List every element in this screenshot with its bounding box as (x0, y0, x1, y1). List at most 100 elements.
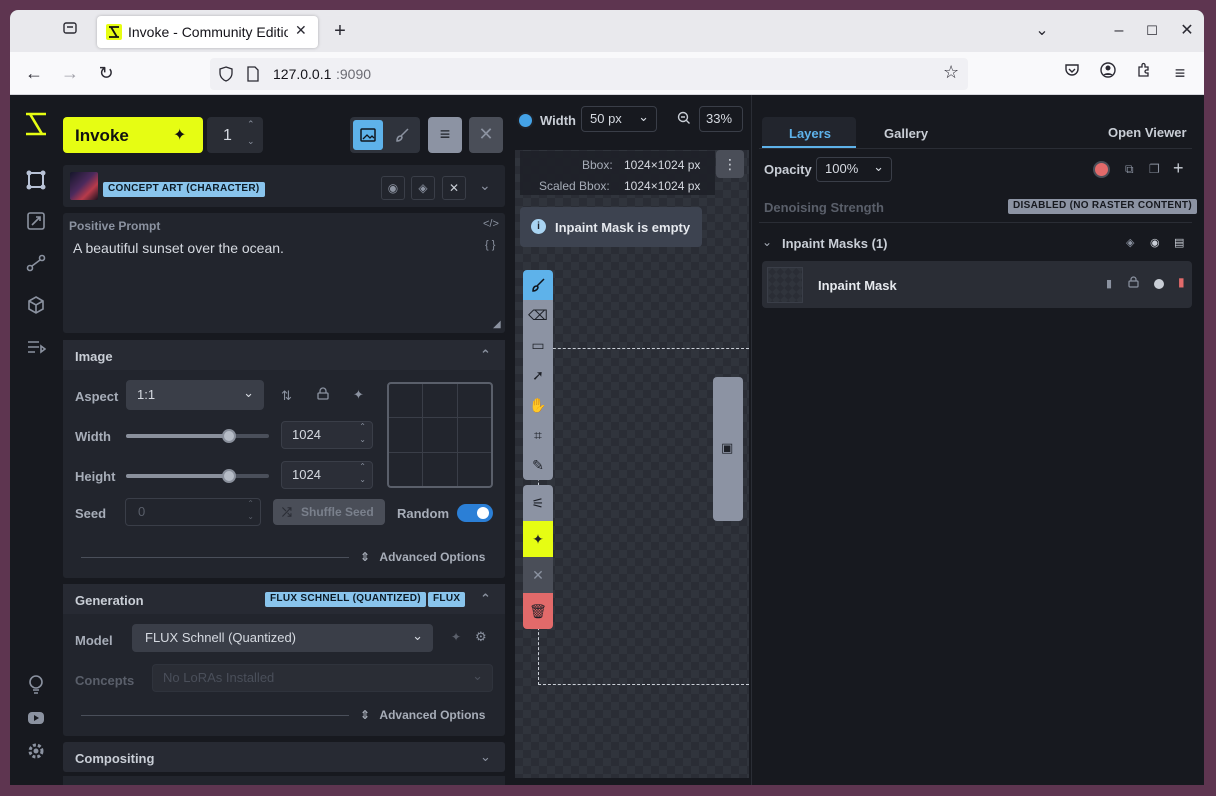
view-preset-eye-icon[interactable]: ◉ (381, 176, 405, 200)
model-settings-gear-icon[interactable]: ⚙ (475, 629, 487, 645)
invoke-sparkle-tool-icon[interactable]: ✦ (523, 521, 553, 557)
image-advanced-options-toggle[interactable]: ⇕ Advanced Options (360, 550, 485, 564)
account-icon[interactable] (1097, 62, 1119, 84)
clear-preset-x-icon[interactable]: ✕ (442, 176, 466, 200)
reload-icon[interactable]: ↻ (95, 62, 117, 84)
queue-count-stepper[interactable]: 1 ⌃ ⌄ (207, 117, 263, 153)
increment-icon[interactable]: ⌃ (247, 119, 255, 130)
shield-icon[interactable] (218, 66, 234, 87)
hand-tool-icon[interactable]: ✋ (523, 390, 553, 420)
random-seed-toggle[interactable] (457, 504, 493, 522)
generation-advanced-options-toggle[interactable]: ⇕ Advanced Options (360, 708, 485, 722)
cancel-tool-icon[interactable]: ✕ (523, 557, 553, 593)
prompt-text[interactable]: A beautiful sunset over the ocean. (73, 240, 284, 256)
move-tool-icon[interactable]: ➚ (523, 360, 553, 390)
invoke-logo-icon[interactable] (23, 111, 49, 137)
group-delete-icon[interactable]: ▤ (1174, 236, 1184, 249)
width-increment-icon[interactable]: ⌃ (359, 422, 366, 431)
brush-mode-button[interactable] (387, 120, 417, 150)
canvas-more-menu-icon[interactable]: ⋮ (716, 150, 744, 178)
model-select[interactable]: FLUX Schnell (Quantized) ⌄ (132, 624, 433, 652)
youtube-icon[interactable] (24, 708, 48, 732)
layer-name[interactable]: Inpaint Mask (818, 278, 897, 293)
invoke-button[interactable]: Invoke ✦ (63, 117, 203, 153)
cancel-button[interactable]: ✕ (469, 117, 503, 153)
seed-increment-icon[interactable]: ⌃ (247, 499, 254, 508)
height-number-input[interactable]: 1024 ⌃ ⌄ (281, 461, 373, 489)
queue-menu-button[interactable]: ≡ (428, 117, 462, 153)
brush-tool-icon[interactable] (523, 270, 553, 300)
tab-gallery[interactable]: Gallery (862, 117, 948, 148)
height-slider-thumb[interactable] (221, 469, 236, 483)
mask-color-swatch[interactable] (1093, 161, 1110, 178)
image-panel-header[interactable]: Image ⌃ (63, 340, 505, 370)
browser-tab-active[interactable]: Invoke - Community Editio ✕ (97, 16, 318, 48)
zoom-magnifier-icon[interactable] (677, 111, 691, 128)
back-icon[interactable]: ← (23, 62, 45, 84)
collapse-chevron-up-icon[interactable]: ⌃ (480, 347, 491, 363)
image-mode-button[interactable] (353, 120, 383, 150)
aspect-select[interactable]: 1:1 ⌄ (126, 380, 264, 410)
bookmark-icon[interactable]: ▮ (1106, 277, 1112, 290)
transform-bbox-tool-icon[interactable]: ⌗ (523, 420, 553, 450)
tab-overview-icon[interactable] (59, 20, 81, 42)
delete-trash-icon[interactable]: 🗑 (523, 593, 553, 629)
maximize-icon[interactable]: ☐ (1141, 20, 1163, 42)
decrement-icon[interactable]: ⌄ (247, 136, 255, 147)
lock-aspect-icon[interactable] (317, 387, 329, 403)
duplicate-layer-icon[interactable]: ❐ (1149, 162, 1160, 176)
height-increment-icon[interactable]: ⌃ (359, 462, 366, 471)
staging-side-handle[interactable]: ▣ (713, 377, 743, 521)
add-layer-plus-icon[interactable]: + (1173, 158, 1184, 179)
zoom-input[interactable]: 33% (699, 106, 743, 132)
inpaint-masks-group-title[interactable]: Inpaint Masks (1) (782, 236, 887, 251)
concepts-select[interactable]: No LoRAs Installed ⌄ (152, 664, 493, 692)
canvas-tab-icon[interactable] (24, 169, 48, 193)
page-info-icon[interactable] (246, 66, 260, 87)
url-bar[interactable]: 127.0.0.1 :9090 ☆ (210, 58, 968, 90)
learn-bulb-icon[interactable] (24, 674, 48, 698)
resize-handle-icon[interactable]: ◢ (493, 319, 501, 330)
swap-dimensions-icon[interactable]: ⇅ (281, 388, 292, 404)
model-sparkle-icon[interactable]: ✦ (451, 630, 461, 644)
layer-visibility-dot-icon[interactable] (1154, 279, 1164, 289)
width-decrement-icon[interactable]: ⌄ (359, 435, 366, 444)
eraser-tool-icon[interactable]: ⌫ (523, 300, 553, 330)
positive-prompt-box[interactable]: Positive Prompt A beautiful sunset over … (63, 213, 505, 333)
generation-collapse-chevron-up-icon[interactable]: ⌃ (480, 591, 491, 607)
compositing-panel-header[interactable]: Compositing ⌄ (63, 742, 505, 772)
open-viewer-button[interactable]: Open Viewer (1108, 125, 1187, 140)
seed-input[interactable]: 0 ⌃ ⌄ (125, 498, 261, 526)
layer-lock-icon[interactable] (1128, 276, 1139, 291)
new-tab-icon[interactable]: + (329, 20, 351, 42)
group-chevron-down-icon[interactable]: ⌄ (762, 235, 772, 249)
code-icon[interactable]: </> (483, 218, 499, 230)
list-tabs-chevron-icon[interactable]: ⌄ (1031, 20, 1053, 42)
fit-layer-icon[interactable]: ⧉ (1125, 162, 1134, 177)
optimal-size-sparkle-icon[interactable]: ✦ (353, 387, 364, 403)
minimize-icon[interactable]: – (1108, 20, 1130, 42)
width-slider-thumb[interactable] (221, 429, 236, 443)
workflows-tab-icon[interactable] (24, 253, 48, 277)
menu-hamburger-icon[interactable]: ≡ (1169, 62, 1191, 84)
right-resize-gutter[interactable] (751, 95, 755, 785)
settings-gear-icon[interactable] (24, 741, 48, 765)
braces-icon[interactable]: { } (485, 239, 495, 251)
tab-layers[interactable]: Layers (762, 117, 856, 148)
brush-width-select[interactable]: 50 px ⌄ (581, 106, 657, 132)
tab-close-icon[interactable]: ✕ (295, 22, 307, 39)
layer-delete-trash-icon[interactable]: ▮ (1178, 275, 1185, 289)
opacity-select[interactable]: 100% ⌄ (816, 157, 892, 182)
preset-chevron-down-icon[interactable]: ⌄ (479, 177, 491, 194)
layer-item-inpaint-mask[interactable]: Inpaint Mask ▮ ▮ (762, 261, 1192, 308)
forward-icon[interactable]: → (59, 62, 81, 84)
width-number-input[interactable]: 1024 ⌃ ⌄ (281, 421, 373, 449)
rectangle-tool-icon[interactable]: ▭ (523, 330, 553, 360)
merge-layers-icon[interactable]: ◈ (1126, 236, 1134, 249)
height-decrement-icon[interactable]: ⌄ (359, 475, 366, 484)
color-picker-tool-icon[interactable]: ✎ (523, 450, 553, 480)
left-resize-gutter[interactable] (510, 95, 513, 785)
group-visibility-eye-icon[interactable]: ◉ (1150, 236, 1160, 249)
filter-settings-icon[interactable]: ⚟ (523, 485, 553, 521)
brush-color-swatch[interactable] (517, 112, 534, 129)
